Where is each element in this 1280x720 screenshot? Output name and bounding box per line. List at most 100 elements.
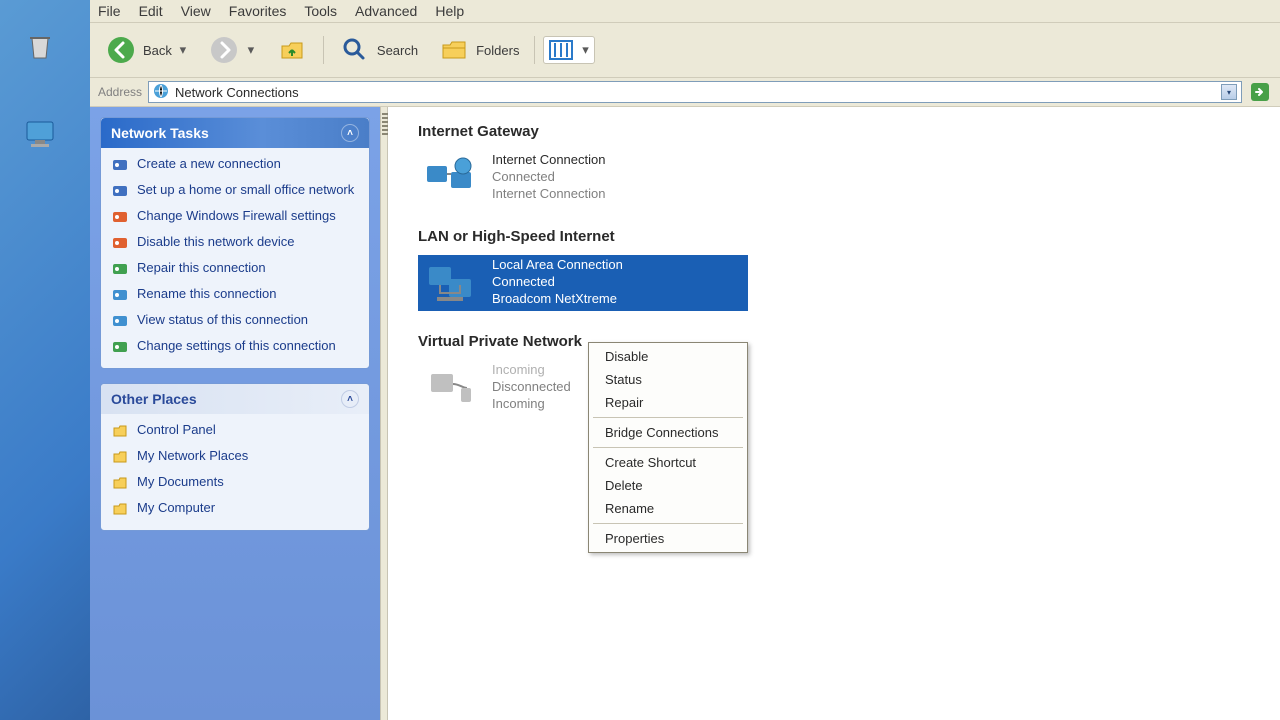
context-menu: DisableStatusRepair Bridge Connections Cre… bbox=[588, 342, 748, 553]
task-item-label: My Documents bbox=[137, 474, 224, 490]
task-item[interactable]: Change Windows Firewall settings bbox=[111, 208, 359, 226]
network-connections-icon bbox=[153, 83, 169, 102]
task-item-label: Rename this connection bbox=[137, 286, 276, 302]
my-computer-icon[interactable] bbox=[20, 114, 60, 154]
task-item[interactable]: Set up a home or small office network bbox=[111, 182, 359, 200]
panel-header-network-tasks[interactable]: Network Tasks ˄ bbox=[101, 118, 369, 148]
menubar: File Edit View Favorites Tools Advanced … bbox=[90, 0, 1280, 22]
group-title: Internet Gateway bbox=[418, 123, 1250, 140]
task-item[interactable]: My Documents bbox=[111, 474, 359, 492]
menu-separator bbox=[593, 417, 743, 418]
up-button[interactable] bbox=[269, 29, 315, 71]
task-icon bbox=[111, 260, 129, 278]
menu-edit[interactable]: Edit bbox=[139, 3, 163, 19]
panel-body: Create a new connection Set up a home or … bbox=[101, 148, 369, 368]
task-item-label: View status of this connection bbox=[137, 312, 308, 328]
recycle-bin-icon[interactable] bbox=[20, 28, 60, 68]
connection-status: Connected bbox=[492, 169, 605, 184]
connection-icon bbox=[420, 362, 478, 414]
back-arrow-icon bbox=[105, 34, 137, 66]
connection-item[interactable]: Internet Connection Connected Internet Con… bbox=[418, 150, 748, 206]
explorer-window: File Edit View Favorites Tools Advanced … bbox=[90, 0, 1280, 720]
splitter[interactable] bbox=[380, 107, 388, 720]
task-item[interactable]: Disable this network device bbox=[111, 234, 359, 252]
explorer-body: Network Tasks ˄ Create a new connection S… bbox=[90, 107, 1280, 720]
menu-help[interactable]: Help bbox=[435, 3, 464, 19]
place-icon bbox=[111, 448, 129, 466]
panel-header-other-places[interactable]: Other Places ˄ bbox=[101, 384, 369, 414]
address-input[interactable]: Network Connections ▾ bbox=[148, 81, 1242, 103]
content-area[interactable]: Internet Gateway Internet Connection Conne… bbox=[388, 107, 1280, 720]
connection-name: Internet Connection bbox=[492, 152, 605, 167]
task-item[interactable]: View status of this connection bbox=[111, 312, 359, 330]
address-value: Network Connections bbox=[175, 85, 299, 100]
menu-advanced[interactable]: Advanced bbox=[355, 3, 417, 19]
task-item-label: Disable this network device bbox=[137, 234, 295, 250]
connection-item[interactable]: Local Area Connection Connected Broadcom N… bbox=[418, 255, 748, 311]
task-item[interactable]: Change settings of this connection bbox=[111, 338, 359, 356]
task-item-label: Control Panel bbox=[137, 422, 216, 438]
back-button[interactable]: Back ▾ bbox=[98, 29, 195, 71]
connection-status: Disconnected bbox=[492, 379, 571, 394]
task-icon bbox=[111, 208, 129, 226]
panel-title: Network Tasks bbox=[111, 125, 209, 141]
desktop-icons bbox=[20, 28, 60, 154]
task-item[interactable]: Rename this connection bbox=[111, 286, 359, 304]
desktop: File Edit View Favorites Tools Advanced … bbox=[0, 0, 1280, 720]
context-menu-item[interactable]: Repair bbox=[591, 391, 745, 414]
back-label: Back bbox=[143, 43, 172, 58]
connection-icon bbox=[420, 152, 478, 204]
menu-view[interactable]: View bbox=[181, 3, 211, 19]
connection-device: Internet Connection bbox=[492, 186, 605, 201]
connection-status: Connected bbox=[492, 274, 623, 289]
toolbar: Back ▾ ▾ Search bbox=[90, 22, 1280, 78]
context-menu-item[interactable]: Bridge Connections bbox=[591, 421, 745, 444]
context-menu-item[interactable]: Disable bbox=[591, 345, 745, 368]
context-menu-item[interactable]: Rename bbox=[591, 497, 745, 520]
task-item[interactable]: My Computer bbox=[111, 500, 359, 518]
task-item[interactable]: Repair this connection bbox=[111, 260, 359, 278]
menu-tools[interactable]: Tools bbox=[304, 3, 337, 19]
folders-label: Folders bbox=[476, 43, 519, 58]
chevron-down-icon: ▾ bbox=[246, 42, 256, 58]
context-menu-item[interactable]: Create Shortcut bbox=[591, 451, 745, 474]
forward-arrow-icon bbox=[208, 34, 240, 66]
group-title: Virtual Private Network bbox=[418, 333, 1250, 350]
collapse-icon: ˄ bbox=[341, 390, 359, 408]
menu-separator bbox=[593, 523, 743, 524]
go-button[interactable] bbox=[1248, 81, 1272, 103]
task-item[interactable]: Create a new connection bbox=[111, 156, 359, 174]
task-icon bbox=[111, 234, 129, 252]
address-dropdown-button[interactable]: ▾ bbox=[1221, 84, 1237, 100]
context-menu-item[interactable]: Delete bbox=[591, 474, 745, 497]
context-menu-item[interactable]: Status bbox=[591, 368, 745, 391]
panel-network-tasks: Network Tasks ˄ Create a new connection S… bbox=[100, 117, 370, 369]
menu-file[interactable]: File bbox=[98, 3, 121, 19]
panel-other-places: Other Places ˄ Control Panel My Network P… bbox=[100, 383, 370, 531]
connection-name: Local Area Connection bbox=[492, 257, 623, 272]
chevron-down-icon: ▾ bbox=[580, 42, 590, 58]
chevron-down-icon: ▾ bbox=[178, 42, 188, 58]
context-menu-item[interactable]: Properties bbox=[591, 527, 745, 550]
task-item-label: Set up a home or small office network bbox=[137, 182, 354, 198]
task-icon bbox=[111, 286, 129, 304]
task-icon bbox=[111, 156, 129, 174]
folders-button[interactable]: Folders bbox=[431, 29, 526, 71]
folders-icon bbox=[438, 34, 470, 66]
toolbar-separator bbox=[534, 36, 535, 64]
task-item[interactable]: Control Panel bbox=[111, 422, 359, 440]
task-item-label: My Computer bbox=[137, 500, 215, 516]
forward-button[interactable]: ▾ bbox=[201, 29, 263, 71]
menu-favorites[interactable]: Favorites bbox=[229, 3, 287, 19]
place-icon bbox=[111, 500, 129, 518]
task-icon bbox=[111, 338, 129, 356]
connection-device: Broadcom NetXtreme bbox=[492, 291, 623, 306]
panel-body: Control Panel My Network Places My Documen… bbox=[101, 414, 369, 530]
address-label: Address bbox=[98, 85, 142, 99]
task-item[interactable]: My Network Places bbox=[111, 448, 359, 466]
search-button[interactable]: Search bbox=[332, 29, 425, 71]
place-icon bbox=[111, 422, 129, 440]
place-icon bbox=[111, 474, 129, 492]
search-icon bbox=[339, 34, 371, 66]
views-button[interactable]: ▾ bbox=[543, 36, 595, 64]
